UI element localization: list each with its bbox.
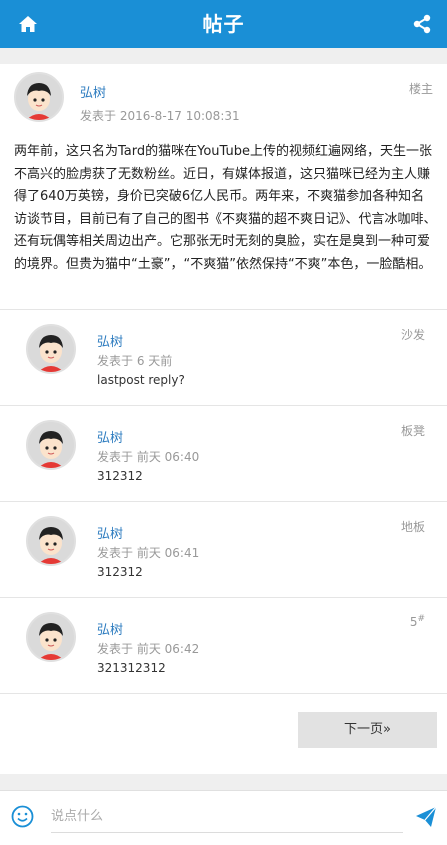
reply-author[interactable]: 弘树 bbox=[97, 331, 123, 350]
floor-label: 楼主 bbox=[408, 82, 433, 96]
page-title: 帖子 bbox=[202, 12, 245, 36]
thread-content: 弘树 发表于 2016-8-17 10:08:31 楼主 两年前，这只名为Tar… bbox=[0, 64, 447, 774]
floor-number: 板凳 bbox=[400, 424, 425, 438]
floor-label: 沙发 bbox=[401, 326, 425, 343]
reply-time: 发表于 前天 06:42 bbox=[97, 642, 200, 656]
reply-input[interactable] bbox=[51, 801, 403, 833]
reply-author[interactable]: 弘树 bbox=[97, 619, 123, 638]
reply-text: 312312 bbox=[97, 565, 143, 579]
floor-number: 地板 bbox=[400, 520, 425, 534]
floor-label: 5# bbox=[410, 614, 425, 629]
reply-text: 312312 bbox=[97, 469, 143, 483]
avatar[interactable] bbox=[26, 420, 76, 470]
reply-composer bbox=[0, 790, 447, 845]
reply-item: 弘树 发表于 6 天前 lastpost reply? 沙发 bbox=[0, 310, 447, 406]
pagination: 下一页» bbox=[0, 694, 447, 774]
avatar[interactable] bbox=[26, 612, 76, 662]
post-time: 发表于 2016-8-17 10:08:31 bbox=[80, 109, 240, 123]
reply-time: 发表于 前天 06:41 bbox=[97, 546, 200, 560]
reply-item: 弘树 发表于 前天 06:40 312312 板凳 bbox=[0, 406, 447, 502]
floor-number: 沙发 bbox=[400, 328, 425, 342]
avatar[interactable] bbox=[26, 516, 76, 566]
reply-author[interactable]: 弘树 bbox=[97, 427, 123, 446]
share-icon[interactable] bbox=[411, 13, 433, 35]
reply-author[interactable]: 弘树 bbox=[97, 523, 123, 542]
reply-time: 发表于 前天 06:40 bbox=[97, 450, 200, 464]
avatar[interactable] bbox=[14, 72, 64, 122]
paper-plane-icon[interactable] bbox=[414, 805, 438, 829]
floor-sup: # bbox=[417, 614, 425, 624]
floor-label: 板凳 bbox=[401, 422, 425, 439]
reply-time: 发表于 6 天前 bbox=[97, 354, 173, 368]
next-page-button[interactable]: 下一页» bbox=[298, 712, 437, 748]
reply-item: 弘树 发表于 前天 06:42 321312312 5# bbox=[0, 598, 447, 694]
author-name[interactable]: 弘树 bbox=[80, 82, 106, 101]
original-post: 弘树 发表于 2016-8-17 10:08:31 楼主 两年前，这只名为Tar… bbox=[0, 64, 447, 310]
post-body: 两年前，这只名为Tard的猫咪在YouTube上传的视频红遍网络，天生一张不高兴… bbox=[14, 144, 437, 272]
top-bar: 帖子 bbox=[0, 0, 447, 48]
reply-text: lastpost reply? bbox=[97, 373, 185, 387]
avatar[interactable] bbox=[26, 324, 76, 374]
reply-text: 321312312 bbox=[97, 661, 166, 675]
reply-item: 弘树 发表于 前天 06:41 312312 地板 bbox=[0, 502, 447, 598]
floor-label: 地板 bbox=[401, 518, 425, 535]
smiley-icon[interactable] bbox=[11, 805, 34, 828]
